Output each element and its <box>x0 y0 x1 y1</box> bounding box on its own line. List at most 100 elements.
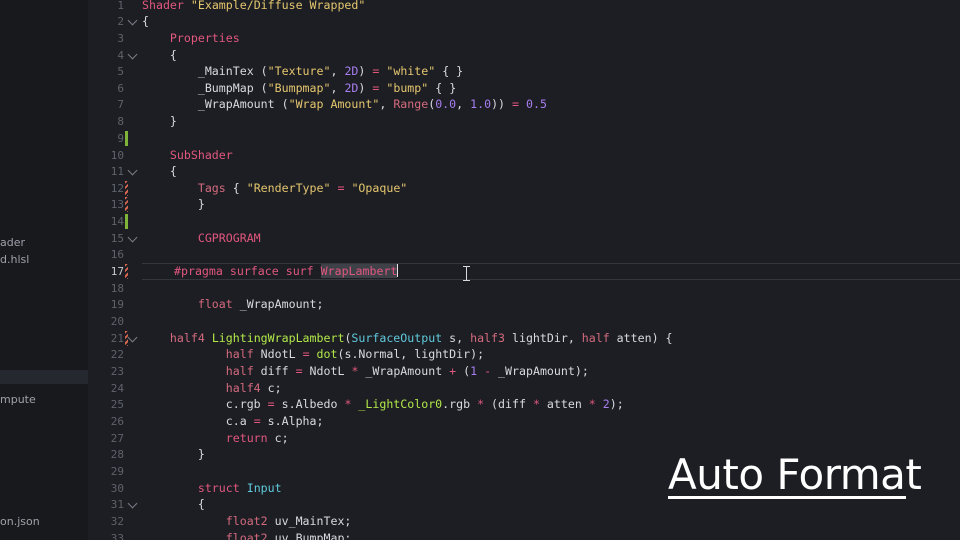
explorer-item[interactable]: d.hlsl <box>0 253 29 266</box>
fold-chevron-icon[interactable] <box>127 165 138 176</box>
code-text[interactable]: { <box>142 496 205 513</box>
code-text[interactable]: } <box>142 196 205 213</box>
line-number: 27 <box>110 432 124 445</box>
explorer-selected-row <box>0 370 88 384</box>
code-text[interactable]: _BumpMap ("Bumpmap", 2D) = "bump" { } <box>142 80 456 97</box>
code-line: 2 { <box>88 13 960 30</box>
line-number: 5 <box>117 65 124 78</box>
code-text[interactable]: Tags { "RenderType" = "Opaque" <box>142 180 407 197</box>
line-number: 13 <box>110 198 124 211</box>
code-text[interactable]: { <box>142 47 177 64</box>
code-line: 12 Tags { "RenderType" = "Opaque" <box>88 180 960 197</box>
line-number: 14 <box>110 215 124 228</box>
line-number: 25 <box>110 398 124 411</box>
git-modified-marker <box>125 181 128 196</box>
code-text[interactable]: SubShader <box>142 147 233 164</box>
code-text[interactable]: Properties <box>142 30 240 47</box>
line-number: 18 <box>110 282 124 295</box>
code-text[interactable]: half4 c; <box>142 380 282 397</box>
code-line: 24 half4 c; <box>88 380 960 397</box>
code-line-current: 17 #pragma surface surf WrapLambert <box>88 263 960 280</box>
fold-chevron-icon[interactable] <box>127 15 138 26</box>
git-modified-marker <box>125 264 128 279</box>
code-line: 26 c.a = s.Alpha; <box>88 413 960 430</box>
code-line: 1 Shader "Example/Diffuse Wrapped" <box>88 0 960 14</box>
git-modified-marker <box>125 197 128 212</box>
line-number: 16 <box>110 248 124 261</box>
line-number: 3 <box>117 32 124 45</box>
line-number: 6 <box>117 82 124 95</box>
code-text[interactable]: float2 uv_BumpMap; <box>142 530 352 540</box>
code-line: 3 Properties <box>88 30 960 47</box>
line-number: 17 <box>110 265 124 278</box>
code-line: 11 { <box>88 163 960 180</box>
line-number: 1 <box>117 0 124 12</box>
code-text[interactable]: } <box>142 446 205 463</box>
code-text[interactable]: return c; <box>142 430 289 447</box>
fold-chevron-icon[interactable] <box>127 232 138 243</box>
code-line: 25 c.rgb = s.Albedo * _LightColor0.rgb *… <box>88 396 960 413</box>
code-text[interactable]: half4 LightingWrapLambert(SurfaceOutput … <box>142 330 673 347</box>
code-text[interactable]: c.rgb = s.Albedo * _LightColor0.rgb * (d… <box>142 396 624 413</box>
code-text[interactable]: _WrapAmount ("Wrap Amount", Range(0.0, 1… <box>142 96 547 113</box>
line-number: 22 <box>110 348 124 361</box>
line-number: 4 <box>117 49 124 62</box>
code-text[interactable]: CGPROGRAM <box>142 230 261 247</box>
explorer-item[interactable]: ader <box>0 236 25 249</box>
code-line: 15 CGPROGRAM <box>88 230 960 247</box>
code-line: 7 _WrapAmount ("Wrap Amount", Range(0.0,… <box>88 96 960 113</box>
line-number: 7 <box>117 98 124 111</box>
code-line: 16 <box>88 246 960 263</box>
code-text[interactable]: _MainTex ("Texture", 2D) = "white" { } <box>142 63 463 80</box>
code-line: 9 <box>88 130 960 147</box>
code-line: 21 half4 LightingWrapLambert(SurfaceOutp… <box>88 330 960 347</box>
code-line: 18 <box>88 280 960 297</box>
code-line: 33 float2 uv_BumpMap; <box>88 530 960 540</box>
code-line: 8 } <box>88 113 960 130</box>
line-number: 21 <box>110 332 124 345</box>
line-number: 9 <box>117 132 124 145</box>
code-text[interactable]: float _WrapAmount; <box>142 296 324 313</box>
code-text[interactable]: Shader "Example/Diffuse Wrapped" <box>142 0 365 14</box>
code-text[interactable]: float2 uv_MainTex; <box>142 513 352 530</box>
git-modified-marker <box>125 331 128 346</box>
code-line: 32 float2 uv_MainTex; <box>88 513 960 530</box>
explorer-sidebar: ader d.hlsl mpute on.json <box>0 0 89 540</box>
line-number: 23 <box>110 365 124 378</box>
code-text[interactable]: half diff = NdotL * _WrapAmount + (1 - _… <box>142 363 589 380</box>
app-window: ader d.hlsl mpute on.json 1 Shader "Exam… <box>0 0 960 540</box>
line-number: 8 <box>117 115 124 128</box>
line-number: 10 <box>110 149 124 162</box>
code-text[interactable]: { <box>142 13 149 30</box>
line-number: 24 <box>110 382 124 395</box>
fold-chevron-icon[interactable] <box>127 332 138 343</box>
code-text[interactable]: c.a = s.Alpha; <box>142 413 324 430</box>
line-number: 19 <box>110 298 124 311</box>
code-text[interactable]: struct Input <box>142 480 282 497</box>
line-number: 30 <box>110 482 124 495</box>
code-line: 14 <box>88 213 960 230</box>
code-line: 27 return c; <box>88 430 960 447</box>
line-number: 31 <box>110 498 124 511</box>
line-number: 11 <box>110 165 124 178</box>
code-text[interactable]: { <box>142 163 177 180</box>
code-line: 23 half diff = NdotL * _WrapAmount + (1 … <box>88 363 960 380</box>
line-number: 12 <box>110 182 124 195</box>
code-text[interactable]: #pragma surface surf WrapLambert <box>174 263 399 280</box>
code-text[interactable]: half NdotL = dot(s.Normal, lightDir); <box>142 346 484 363</box>
fold-chevron-icon[interactable] <box>127 49 138 60</box>
code-line: 4 { <box>88 47 960 64</box>
explorer-item[interactable]: on.json <box>0 515 40 528</box>
overlay-title: Auto Format <box>668 450 922 499</box>
code-line: 22 half NdotL = dot(s.Normal, lightDir); <box>88 346 960 363</box>
code-text[interactable]: } <box>142 113 177 130</box>
git-added-marker <box>125 214 128 229</box>
git-added-marker <box>125 131 128 146</box>
code-line: 6 _BumpMap ("Bumpmap", 2D) = "bump" { } <box>88 80 960 97</box>
overlay-title-underline <box>668 496 906 499</box>
line-number: 15 <box>110 232 124 245</box>
code-line: 19 float _WrapAmount; <box>88 296 960 313</box>
fold-chevron-icon[interactable] <box>127 498 138 509</box>
line-number: 28 <box>110 448 124 461</box>
explorer-item[interactable]: mpute <box>0 393 36 406</box>
